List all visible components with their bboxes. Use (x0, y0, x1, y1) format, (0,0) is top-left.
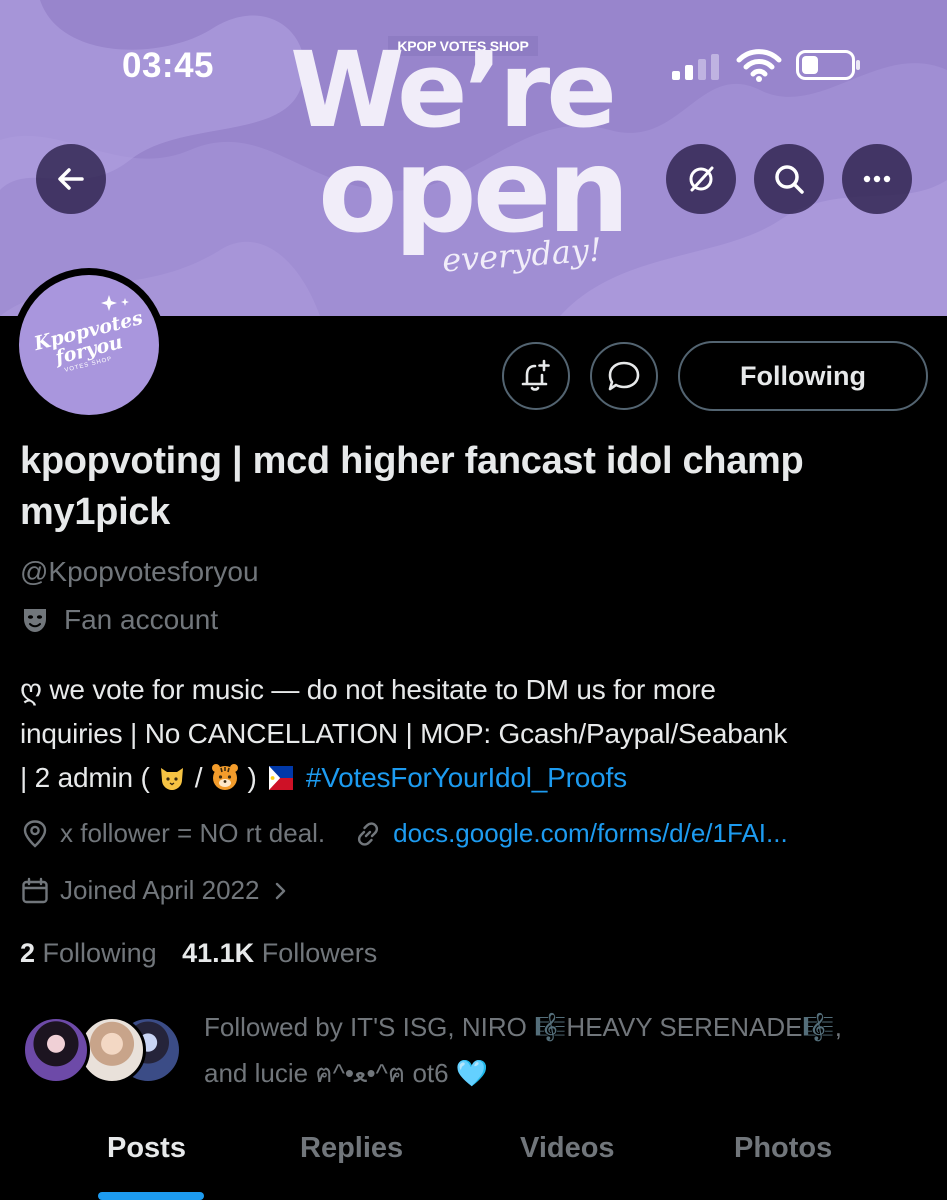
back-button[interactable] (36, 144, 106, 214)
more-dots-icon (863, 175, 891, 183)
following-count-link[interactable]: 2 Following (20, 938, 157, 968)
bio-line-3: | 2 admin ( / ) #VotesForYourIdol_Proofs (20, 756, 935, 800)
cat-face-emoji-icon (161, 768, 184, 790)
tab-photos[interactable]: Photos (734, 1132, 832, 1165)
cellular-signal-icon (672, 54, 719, 80)
profile-avatar[interactable]: Kpopvotes foryou VOTES SHOP (12, 268, 166, 422)
bio-line-1: ღ we vote for music — do not hesitate to… (20, 674, 716, 705)
grok-button[interactable] (666, 144, 736, 214)
active-tab-indicator (98, 1192, 204, 1200)
arrow-left-icon (58, 168, 84, 190)
category-label: Fan account (64, 604, 219, 635)
display-name: kpopvoting | mcd higher fancast idol cha… (20, 440, 804, 533)
message-bubble-icon (608, 361, 640, 391)
sparkle-icon (101, 295, 129, 311)
wifi-icon (736, 49, 782, 82)
calendar-icon (22, 877, 48, 903)
more-options-button[interactable] (842, 144, 912, 214)
bio-admin-text: | 2 admin ( (20, 762, 150, 793)
followed-by-line-2: and lucie ฅ^•ﻌ•^ฅ ot6 🩵 (204, 1058, 489, 1088)
following-count-label: Following (42, 938, 157, 968)
following-button[interactable]: Following (678, 341, 928, 411)
bio-line-2: inquiries | No CANCELLATION | MOP: Gcash… (20, 718, 788, 749)
status-bar-time: 03:45 (122, 46, 215, 85)
location-text: x follower = NO rt deal. (60, 818, 326, 848)
follower-avatar-1[interactable] (22, 1016, 90, 1084)
chevron-right-icon (276, 882, 286, 899)
notifications-button[interactable] (502, 342, 570, 410)
bell-plus-icon (521, 359, 550, 391)
avatar-logo: Kpopvotes foryou VOTES SHOP (19, 275, 159, 415)
battery-icon (796, 50, 860, 80)
profile-bio: ღ we vote for music — do not hesitate to… (20, 668, 935, 800)
joined-text: Joined April 2022 (60, 875, 260, 905)
philippines-flag-icon (269, 766, 294, 790)
followed-by-line-1: Followed by IT'S ISG, NIRO 🎼HEAVY SERENA… (204, 1012, 843, 1042)
link-icon (358, 821, 379, 846)
grok-icon (689, 166, 714, 192)
profile-category: Fan account (20, 604, 218, 636)
followers-count-link[interactable]: 41.1K Followers (182, 938, 377, 968)
followers-count: 41.1K (182, 938, 255, 968)
bio-admin-separator: / (194, 762, 203, 793)
tab-replies[interactable]: Replies (300, 1132, 403, 1165)
bio-admin-close: ) (247, 762, 257, 793)
followed-by-text[interactable]: Followed by IT'S ISG, NIRO 🎼HEAVY SERENA… (204, 1004, 914, 1096)
message-button[interactable] (590, 342, 658, 410)
tiger-face-emoji-icon (211, 764, 238, 790)
profile-meta-row: x follower = NO rt deal. docs.google.com… (20, 818, 788, 849)
follow-counts: 2 Following 41.1K Followers (20, 938, 377, 969)
followers-count-label: Followers (261, 938, 378, 968)
user-handle: @Kpopvotesforyou (20, 556, 259, 587)
tab-videos[interactable]: Videos (520, 1132, 615, 1165)
search-button[interactable] (754, 144, 824, 214)
location-pin-icon (23, 819, 47, 848)
joined-date[interactable]: Joined April 2022 (20, 875, 301, 906)
bio-hashtag-link[interactable]: #VotesForYourIdol_Proofs (306, 762, 627, 793)
search-icon (775, 165, 804, 194)
website-link[interactable]: docs.google.com/forms/d/e/1FAI... (393, 818, 788, 849)
theater-masks-icon (24, 609, 46, 632)
following-count: 2 (20, 938, 36, 968)
tab-posts[interactable]: Posts (107, 1132, 186, 1165)
